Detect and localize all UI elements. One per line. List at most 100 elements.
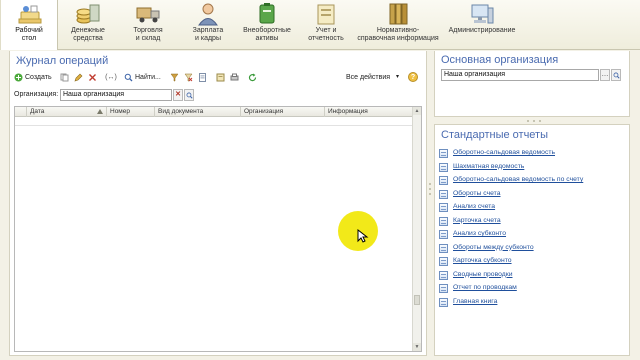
header-icon-column bbox=[15, 107, 27, 117]
document-icon[interactable] bbox=[198, 73, 207, 82]
report-icon bbox=[439, 230, 448, 239]
report-link[interactable]: Шахматная ведомость bbox=[439, 161, 625, 173]
search-icon bbox=[613, 72, 620, 79]
help-button[interactable]: ? bbox=[408, 72, 418, 82]
report-link[interactable]: Карточка субконто bbox=[439, 255, 625, 267]
section-label: Денежные средства bbox=[71, 27, 105, 42]
report-icon bbox=[439, 257, 448, 266]
report-icon bbox=[439, 284, 448, 293]
find-button[interactable]: Найти... bbox=[124, 71, 164, 84]
print-icon[interactable] bbox=[230, 73, 239, 82]
report-link-label[interactable]: Обороты счета bbox=[453, 190, 501, 197]
truck-icon bbox=[136, 7, 160, 23]
report-link-label[interactable]: Отчет по проводкам bbox=[453, 284, 517, 291]
section-admin[interactable]: Администрирование bbox=[444, 0, 520, 50]
journal-toolbar: Создать (↔) Найти... Все действия ▾ ? bbox=[10, 71, 426, 85]
section-label: Администрирование bbox=[448, 27, 516, 34]
standard-reports-title: Стандартные отчеты bbox=[441, 129, 548, 141]
table-row[interactable] bbox=[15, 117, 413, 126]
report-link[interactable]: Отчет по проводкам bbox=[439, 282, 625, 294]
main-organization-title: Основная организация bbox=[441, 54, 559, 66]
column-number[interactable]: Номер bbox=[107, 107, 155, 117]
section-label: Нормативно- справочная информация bbox=[357, 27, 439, 42]
section-reference[interactable]: Нормативно- справочная информация bbox=[356, 0, 440, 50]
search-icon bbox=[186, 92, 193, 99]
report-link[interactable]: Обороты счета bbox=[439, 188, 625, 200]
scroll-up-icon[interactable]: ▲ bbox=[413, 107, 421, 115]
column-date[interactable]: Дата bbox=[27, 107, 107, 117]
report-link[interactable]: Карточка счета bbox=[439, 215, 625, 227]
report-link[interactable]: Анализ субконто bbox=[439, 228, 625, 240]
report-link-label[interactable]: Оборотно-сальдовая ведомость по счету bbox=[453, 176, 583, 183]
organization-input[interactable]: Наша организация bbox=[60, 89, 172, 101]
report-link-label[interactable]: Карточка счета bbox=[453, 217, 501, 224]
main-organization-open-button[interactable] bbox=[611, 69, 621, 81]
close-icon: ✕ bbox=[175, 91, 181, 98]
edit-icon[interactable] bbox=[74, 73, 83, 82]
refresh-icon[interactable] bbox=[248, 73, 257, 82]
desktop-icon bbox=[18, 5, 42, 24]
report-link-label[interactable]: Оборотно-сальдовая ведомость bbox=[453, 149, 555, 156]
report-link-label[interactable]: Сводные проводки bbox=[453, 271, 513, 278]
computer-icon bbox=[471, 4, 494, 24]
scroll-down-icon[interactable]: ▼ bbox=[413, 343, 421, 351]
coins-icon bbox=[76, 4, 100, 24]
copy-icon[interactable] bbox=[60, 73, 69, 82]
column-information[interactable]: Информация bbox=[325, 107, 413, 117]
report-icon bbox=[439, 149, 448, 158]
section-label: Зарплата и кадры bbox=[192, 27, 224, 42]
organization-search-button[interactable] bbox=[184, 89, 194, 101]
section-desktop[interactable]: Рабочий стол bbox=[0, 0, 58, 50]
section-trade[interactable]: Торговля и склад bbox=[122, 0, 174, 50]
main-organization-input[interactable]: Наша организация bbox=[441, 69, 599, 81]
section-assets[interactable]: Внеоборотные активы bbox=[238, 0, 296, 50]
column-organization[interactable]: Организация bbox=[241, 107, 325, 117]
vertical-scrollbar[interactable]: ▲ ▼ bbox=[412, 107, 421, 351]
post-toggle-button[interactable]: (↔) bbox=[104, 71, 118, 84]
horizontal-splitter[interactable] bbox=[525, 119, 545, 123]
report-link-label[interactable]: Анализ субконто bbox=[453, 230, 506, 237]
section-label: Учет и отчетность bbox=[308, 27, 344, 42]
section-money[interactable]: Денежные средства bbox=[62, 0, 114, 50]
filter-clear-icon[interactable] bbox=[184, 73, 193, 82]
battery-icon bbox=[259, 3, 275, 24]
report-icon bbox=[439, 243, 448, 253]
report-link-label[interactable]: Шахматная ведомость bbox=[453, 163, 524, 170]
delete-icon[interactable] bbox=[88, 73, 97, 82]
sections-panel: Рабочий стол Денежные средства Торговля … bbox=[0, 0, 640, 50]
report-link[interactable]: Оборотно-сальдовая ведомость bbox=[439, 147, 625, 159]
report-link[interactable]: Сводные проводки bbox=[439, 269, 625, 281]
sort-ascending-icon bbox=[97, 109, 103, 114]
mouse-pointer-icon bbox=[357, 229, 369, 243]
application-window: Рабочий стол Денежные средства Торговля … bbox=[0, 0, 640, 360]
main-organization-select-button[interactable]: … bbox=[600, 69, 610, 81]
main-organization-panel: Основная организация Наша организация … bbox=[434, 51, 630, 117]
report-link[interactable]: Анализ счета bbox=[439, 201, 625, 213]
column-document-type[interactable]: Вид документа bbox=[155, 107, 241, 117]
report-icon bbox=[439, 216, 448, 226]
report-link[interactable]: Главная книга bbox=[439, 296, 625, 308]
report-link-label[interactable]: Главная книга bbox=[453, 298, 497, 305]
section-accounting[interactable]: Учет и отчетность bbox=[300, 0, 352, 50]
table-header: Дата Номер Вид документа Организация Инф… bbox=[15, 107, 413, 117]
vertical-splitter[interactable] bbox=[428, 180, 432, 210]
report-icon bbox=[439, 270, 448, 280]
report-icon bbox=[439, 203, 448, 212]
journal-title: Журнал операций bbox=[16, 55, 109, 67]
organization-clear-button[interactable]: ✕ bbox=[173, 89, 183, 101]
report-link-label[interactable]: Карточка субконто bbox=[453, 257, 512, 264]
section-salary[interactable]: Зарплата и кадры bbox=[182, 0, 234, 50]
filter-icon[interactable] bbox=[170, 73, 179, 82]
report-link[interactable]: Обороты между субконто bbox=[439, 242, 625, 254]
create-icon bbox=[14, 73, 23, 82]
report-link-label[interactable]: Обороты между субконто bbox=[453, 244, 534, 251]
books-icon bbox=[389, 3, 408, 25]
section-label: Торговля и склад bbox=[133, 27, 163, 42]
report-link[interactable]: Оборотно-сальдовая ведомость по счету bbox=[439, 174, 625, 186]
scroll-thumb[interactable] bbox=[414, 295, 420, 305]
report-icon[interactable] bbox=[216, 73, 225, 82]
standard-reports-panel: Стандартные отчеты Оборотно-сальдовая ве… bbox=[434, 124, 630, 356]
all-actions-button[interactable]: Все действия ▾ bbox=[346, 71, 400, 84]
create-button[interactable]: Создать bbox=[14, 71, 54, 84]
report-link-label[interactable]: Анализ счета bbox=[453, 203, 495, 210]
